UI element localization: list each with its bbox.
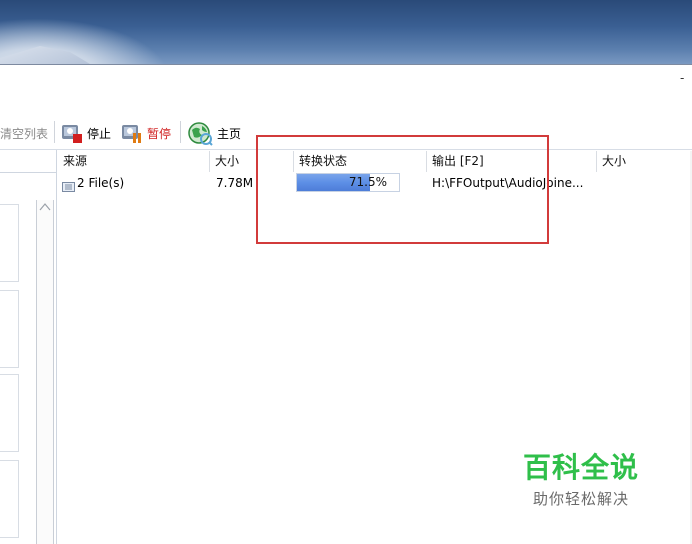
- clear-list-button[interactable]: 清空列表: [0, 119, 48, 147]
- thumbnail-item[interactable]: [0, 460, 19, 538]
- pause-icon: [120, 121, 144, 145]
- watermark-subtitle: 助你轻松解决: [532, 490, 629, 508]
- pause-label: 暂停: [147, 126, 172, 141]
- stop-icon: [60, 121, 84, 145]
- clear-list-label: 清空列表: [0, 126, 49, 141]
- title-bar: -: [0, 65, 692, 113]
- left-scrollbar[interactable]: [36, 200, 54, 544]
- file-list-icon: [62, 178, 75, 192]
- scroll-up-arrow-icon[interactable]: [37, 202, 53, 216]
- minimize-button[interactable]: -: [680, 72, 690, 84]
- home-label: 主页: [217, 126, 242, 141]
- toolbar-separator: [54, 121, 55, 143]
- thumbnail-item[interactable]: [0, 290, 19, 368]
- thumbnail-list: [0, 198, 36, 544]
- thumbnail-item[interactable]: [0, 374, 19, 452]
- pause-button[interactable]: 暂停: [120, 119, 171, 147]
- stop-button[interactable]: 停止: [60, 119, 111, 147]
- column-header-source[interactable]: 来源: [58, 151, 210, 172]
- source-cell: 2 File(s): [62, 173, 208, 193]
- highlight-annotation-box: [256, 135, 549, 244]
- watermark: 百科全说 助你轻松解决: [516, 452, 646, 509]
- column-header-output-size[interactable]: 大小: [597, 151, 692, 172]
- stop-label: 停止: [87, 126, 112, 141]
- home-globe-icon: [186, 120, 214, 146]
- desktop-background: [0, 0, 692, 66]
- left-panel: [0, 150, 57, 544]
- source-text: 2 File(s): [77, 176, 125, 190]
- home-button[interactable]: 主页: [186, 119, 241, 147]
- toolbar-separator: [180, 121, 181, 143]
- output-size-cell: [602, 173, 692, 193]
- left-panel-header: [0, 150, 56, 173]
- watermark-title: 百科全说: [522, 451, 639, 484]
- thumbnail-item[interactable]: [0, 204, 19, 282]
